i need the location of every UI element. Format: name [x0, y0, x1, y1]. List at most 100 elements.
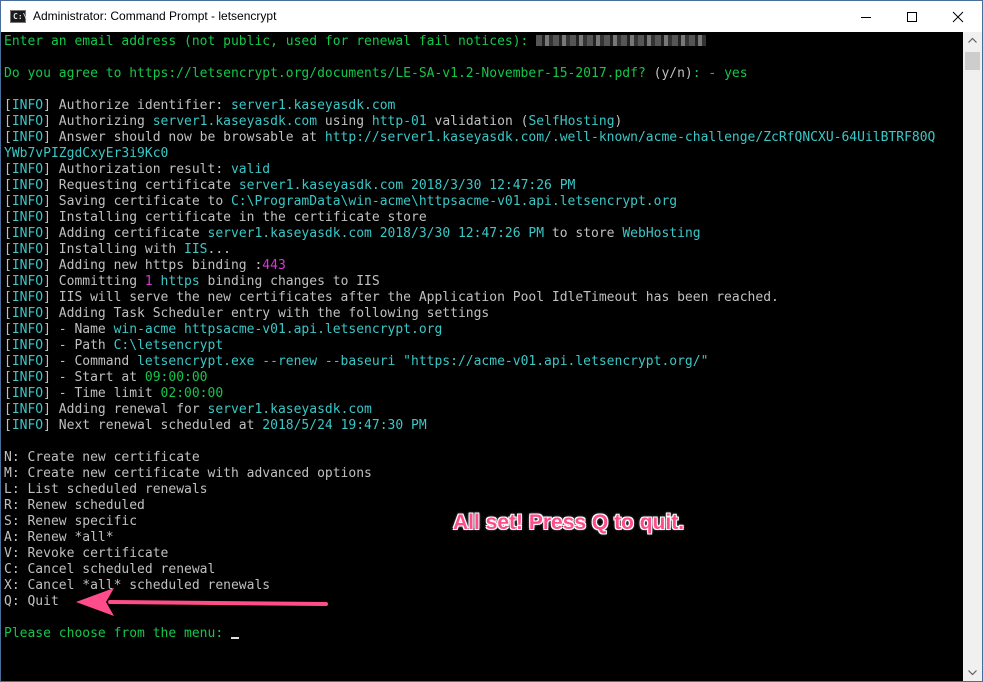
console-text: validation ( [426, 114, 529, 129]
console-text: server1.kaseyasdk.com 2018/3/30 12:47:26… [207, 226, 545, 241]
console-text: : Renew *all* [11, 530, 114, 545]
console-text: ] Saving certificate to [43, 194, 231, 209]
console-text: INFO [11, 322, 44, 337]
console-text: : List scheduled renewals [11, 482, 208, 497]
maximize-button[interactable] [889, 1, 935, 32]
console-text: INFO [11, 178, 44, 193]
maximize-icon [907, 12, 917, 22]
console-text: C [4, 562, 12, 577]
console-text: : Quit [11, 594, 59, 609]
console-text: WebHosting [622, 226, 701, 241]
console-text: INFO [11, 226, 44, 241]
console-text: [ [4, 130, 12, 145]
chevron-down-icon [968, 670, 977, 676]
console-text: INFO [11, 370, 44, 385]
console-text: ] Committing [43, 274, 145, 289]
console-text: [ [4, 210, 12, 225]
console-text: valid [230, 162, 271, 177]
console-line: [INFO] Adding Task Scheduler entry with … [4, 306, 935, 322]
console-text: INFO [11, 258, 44, 273]
console-line: [INFO] - Command letsencrypt.exe --renew… [4, 354, 935, 370]
console-text: INFO [11, 290, 44, 305]
console-line: [INFO] - Time limit 02:00:00 [4, 386, 935, 402]
console-area[interactable]: Enter an email address (not public, used… [1, 32, 963, 681]
console-text: server1.kaseyasdk.com [207, 402, 372, 417]
console-text: [ [4, 386, 12, 401]
console-line: YWb7vPIZgdCxyEr3i9Kc0 [4, 146, 935, 162]
console-text: letsencrypt.exe --renew --baseuri "https… [137, 354, 709, 369]
console-text: ] Authorize identifier: [43, 98, 231, 113]
close-button[interactable] [935, 1, 981, 32]
console-line: C: Cancel scheduled renewal [4, 562, 935, 578]
console-line: [INFO] Installing certificate in the cer… [4, 210, 935, 226]
console-text: C:\letsencrypt [113, 338, 224, 353]
console-text: : Renew scheduled [11, 498, 145, 513]
vertical-scrollbar[interactable] [963, 32, 982, 681]
window-title: Administrator: Command Prompt - letsencr… [33, 9, 277, 23]
console-line: N: Create new certificate [4, 450, 935, 466]
console-text: [ [4, 370, 12, 385]
console-text: ] Answer should now be browsable at [43, 130, 325, 145]
console-text: https [152, 274, 200, 289]
console-text: [ [4, 226, 12, 241]
console-text: 1 [144, 274, 153, 289]
console-text: ] Adding Task Scheduler entry with the f… [43, 306, 490, 321]
annotation-text: All set! Press Q to quit. [453, 511, 685, 534]
title-bar[interactable]: C:\ Administrator: Command Prompt - lets… [1, 1, 982, 32]
console-text: 09:00:00 [144, 370, 208, 385]
arrow-left-icon [76, 588, 328, 616]
console-text: [ [4, 402, 12, 417]
console-text: [ [4, 338, 12, 353]
console-text: [ [4, 194, 12, 209]
console-text: ] Installing with [43, 242, 185, 257]
console-text: INFO [11, 210, 44, 225]
scroll-thumb[interactable] [965, 52, 980, 70]
console-text: INFO [11, 114, 44, 129]
console-text: server1.kaseyasdk.com [230, 98, 396, 113]
console-text: [ [4, 258, 12, 273]
console-text: ] - Command [43, 354, 138, 369]
console-text: ... [207, 242, 231, 257]
console-text: ] Authorizing [43, 114, 153, 129]
console-line: [INFO] IIS will serve the new certificat… [4, 290, 935, 306]
console-text: [ [4, 162, 12, 177]
console-line: [INFO] Next renewal scheduled at 2018/5/… [4, 418, 935, 434]
console-text: [ [4, 274, 12, 289]
console-text: http-01 [371, 114, 427, 129]
console-text: SelfHosting [528, 114, 615, 129]
console-text: binding changes to IIS [199, 274, 380, 289]
console-line: [INFO] Adding renewal for server1.kaseya… [4, 402, 935, 418]
scroll-up-button[interactable] [963, 32, 982, 49]
console-text: INFO [11, 418, 44, 433]
console-text: ] Adding certificate [43, 226, 208, 241]
console-text: INFO [11, 98, 44, 113]
console-line: [INFO] Authorize identifier: server1.kas… [4, 98, 935, 114]
redacted-email [536, 35, 707, 46]
console-text: [ [4, 178, 12, 193]
console-line: [INFO] - Path C:\letsencrypt [4, 338, 935, 354]
console-text: [ [4, 242, 12, 257]
console-line: V: Revoke certificate [4, 546, 935, 562]
console-text: : Create new certificate [11, 450, 200, 465]
console-text: [ [4, 354, 12, 369]
console-text: INFO [11, 274, 44, 289]
console-line: [INFO] Requesting certificate server1.ka… [4, 178, 935, 194]
console-text: to store [544, 226, 623, 241]
minimize-button[interactable] [843, 1, 889, 32]
console-output: Enter an email address (not public, used… [4, 34, 935, 642]
console-text: ] Adding new https binding : [43, 258, 263, 273]
console-line: Enter an email address (not public, used… [4, 34, 935, 50]
command-prompt-window: C:\ Administrator: Command Prompt - lets… [0, 0, 983, 682]
scroll-down-button[interactable] [963, 664, 982, 681]
console-text: Q [4, 594, 12, 609]
minimize-icon [861, 17, 871, 18]
console-text: ] - Time limit [43, 386, 161, 401]
console-text: 443 [262, 258, 286, 273]
console-text: ] Installing certificate in the certific… [43, 210, 427, 225]
console-line: Please choose from the menu: [4, 626, 935, 642]
console-text: : Revoke certificate [11, 546, 169, 561]
console-text: Enter an email address (not public, used… [4, 34, 537, 49]
console-text: [ [4, 114, 12, 129]
console-line: [INFO] Authorization result: valid [4, 162, 935, 178]
